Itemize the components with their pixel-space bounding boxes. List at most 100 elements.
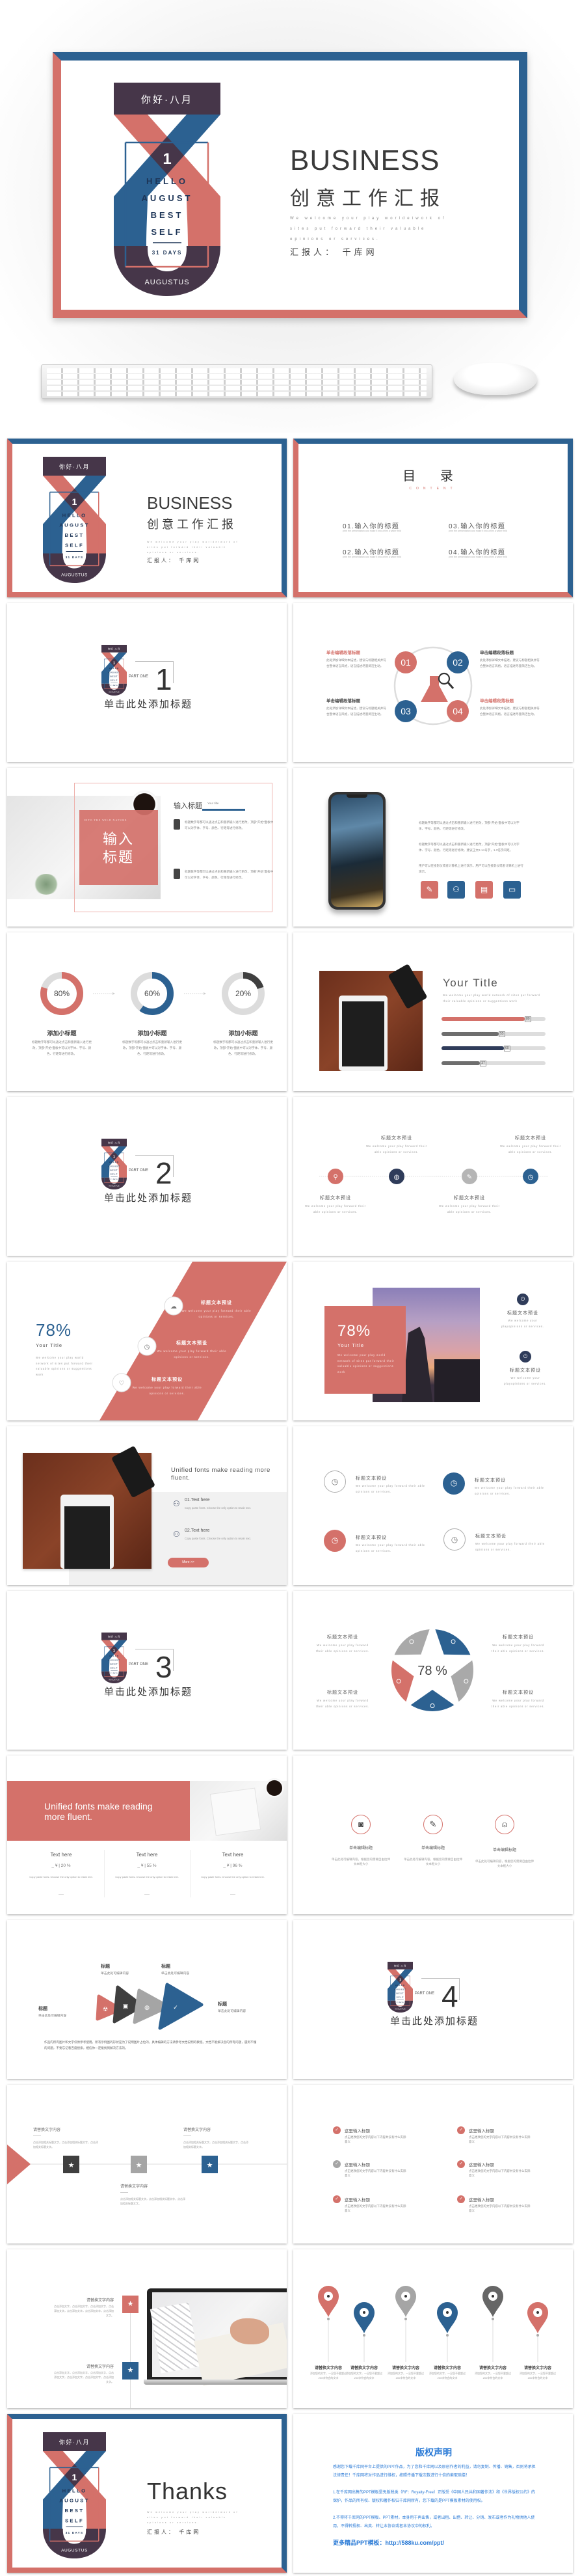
map-pin-icon [437,2302,458,2333]
thanks-title: Thanks [147,2478,228,2504]
slide-three-icons[interactable]: ◙ 单击编辑标题 单击此处可编辑内容，根据您的需要自由拉伸文本框大小 ✎ 单击编辑标题单… [293,1756,573,1914]
slide-banner-columns[interactable]: Unified fonts make reading more fluent. T… [7,1756,287,1914]
logo-word: AUGUST [394,1988,406,1990]
title-dash [33,2135,41,2136]
star-label-title: 标题文本预设 [327,1635,358,1640]
slide-copyright[interactable]: 版权声明 感谢您下载千库网平台上提供的PPT作品，为了您和千库网以及原创作者的利益… [293,2414,573,2573]
slide-tablet-features[interactable]: Unified fonts make reading more fluent. ⚇… [7,1426,287,1585]
logo-number: 1 [113,662,115,666]
slide-intro-photo[interactable]: INTO THE WILD NATURE 输入 标题 输入标题 Your title 标题… [7,768,287,927]
magnifier-handle [447,682,455,689]
copyright-link[interactable]: 更多精品PPT模板：http://588ku.com/ppt/ [333,2538,444,2547]
side-desc: We welcome your playopinions or services… [501,1319,544,1328]
slide-four-items[interactable]: ◷ 标题文本预设 We welcome your play forward thei… [293,1426,573,1585]
clock-icon: ◷ [324,1530,346,1552]
arrow-steps: ☢ ▣ ◍ ✓ [96,1983,204,2030]
pin-body: 添加您的文字，一旦您不要超过200字符会的文字 [429,2372,466,2379]
number-badge-label: 04 [453,706,463,716]
arrow-step-4 [158,1983,204,2030]
section-title: 单击此处添加标题 [104,1687,193,1698]
bullet-marker [174,819,180,830]
percent-value: 78% [36,1320,72,1340]
thanks-description-line: sites put forward their valuable [147,2516,227,2519]
title-dash [120,2192,128,2193]
slide-phone-mockup[interactable]: 标题数字等都可以通过点击和重新输入进行更改，顶部“开始”面板中可以对字体、字号、… [293,768,573,927]
percent-desc: We welcome your play world network of si… [36,1356,93,1376]
slide-laptop[interactable]: ★ 请替换文字内容 点击添加文字，点击添加文字，点击添加文字，点击添加文字，点击添加… [7,2249,287,2408]
slide-section-1[interactable]: 你好·八月 1 HELLO AUGUST BEST SELF 31 DAYS AUGUSTUS… [7,603,287,762]
donut-body: 标题数字等都可以通过点击和重新输入进行更改，顶部“开始”面板中可以对字体、字号、… [32,1040,92,1055]
star-segment-1 [435,1629,471,1655]
map-pin-icon [354,2302,375,2333]
slide-table-of-contents[interactable]: 目 录 CONTENT 01.输入你的标题 print the presentatio… [293,439,573,597]
pin-anchor [363,2334,365,2337]
intro-heading-en: Your title [207,802,219,805]
toc-item-3[interactable]: 03.输入你的标题 [449,521,505,530]
slide-arrow-steps[interactable]: ☢ ▣ ◍ ✓ 标题 单击此处可编辑内容 标题 单击此处可编辑内容 标题 单击此处可编辑内容 标题单… [7,1920,287,2079]
slide-section-3[interactable]: 你好·八月 1 HELLO AUGUST BEST SELF 31 DAYS AUGUSTUS… [7,1591,287,1750]
step-body: 单击此处可编辑内容 [161,1972,190,1975]
copyright-title: 版权声明 [415,2447,452,2458]
hero-description-line: sites put forward their valuable [290,227,427,231]
step-title: 标题 [218,2002,227,2007]
slide-star-chart[interactable]: 78 % 标题文本预设 We welcome your play forward t… [293,1591,573,1750]
logo-word: SELF [65,542,84,548]
icon-presentation-board: ▤ [475,881,493,899]
phone-paragraph: 标题数字等都可以通过点击和重新输入进行更改，顶部“开始”面板中可以对字体、字号、… [419,843,520,852]
toc-item-2[interactable]: 02.输入你的标题 [343,547,399,556]
checklist-body: 点击更改您的文字内容以下内容并没有什么实际意义 [469,2169,531,2177]
percent-title: Your Title [337,1342,364,1348]
icon-title: 单击编辑标题 [349,1847,373,1851]
slide-circle-four-points[interactable]: 01 02 03 04 单击编辑段落标题 此处添加详细文本描述，建议与标题相关并符合整体语… [293,603,573,762]
check-icon: ✓ [333,2126,341,2134]
logo-number: 1 [113,1649,115,1653]
logo-number: 1 [72,497,77,508]
more-button[interactable]: More >> [168,1558,209,1567]
slide-map-pins[interactable]: 请替换文字内容 添加您的文字，一旦您不要超过200字符会的文字 请替换文字内容 添加您… [293,2249,573,2408]
icon-title: 单击编辑标题 [421,1847,445,1851]
point-body: 此处添加详细文本描述，建议与标题相关并符合整体语言风格，语言描述尽量简洁生动。 [326,658,386,668]
number-badge-label: 03 [401,706,411,716]
slide-timeline-four[interactable]: ⚲ ◍ ✎ ◷ 标题文本预设 We welcome your play forward t… [293,1097,573,1256]
bullet-text: 标题数字等都可以通过点击和重新输入进行更改，顶部“开始”面板中可以对字体、字号、… [185,870,274,879]
copyright-paragraph: 2.不得将千库网的PPT模板、PPT素材，本身用于再出售，或者出租、出借、转让、… [333,2516,535,2529]
slide-section-2[interactable]: 你好·八月 1 HELLO AUGUST BEST SELF 31 DAYS AUGUSTUS… [7,1097,287,1256]
slide-cover[interactable]: 你好·八月 1 HELLO AUGUST BEST SELF 31 DAYS AUGUSTUS… [7,439,287,597]
slide-section-4[interactable]: 你好·八月 1 HELLO AUGUST BEST SELF 31 DAYS AUGUSTUS… [293,1920,573,2079]
magazine-photo [190,1778,287,1841]
slide-progress-bars[interactable]: Your Title We welcome your play world net… [293,932,573,1091]
checklist-title: 这里输入标题 [345,2198,370,2203]
slide-diagonal-band[interactable]: ☁ ◷ ♡ 标题文本预设 We welcome your play forward th… [7,1262,287,1420]
point-title: 单击编辑段落标题 [326,651,360,655]
slide-thanks[interactable]: 你好·八月 1 HELLO AUGUST BEST SELF 31 DAYS AUGUSTUS… [7,2414,287,2573]
slide-donut-progress[interactable]: 80% 60% 20% 添加小标题 标题数字等都可以通过点击和重新输入进行更改，顶部“开… [7,932,287,1091]
toc-item-1[interactable]: 01.输入你的标题 [343,521,399,530]
pin-title: 请替换文字内容 [433,2366,461,2370]
icon-devices: ▭ [503,881,521,899]
logo-word: AUGUST [108,671,120,673]
logo-number: 1 [72,2473,77,2483]
side-title: 标题文本预设 [507,1311,538,1316]
cover-reporter: 汇报人： 千库网 [147,558,201,563]
hero-description-line: We welcome your play worldetwork of [290,217,447,221]
checklist-title: 这里输入标题 [469,2163,494,2167]
pin-body: 添加您的文字，一旦您不要超过200字符会的文字 [520,2372,556,2379]
star-label-desc: We welcome your play forward their able … [491,1644,546,1653]
percent-box [324,1306,406,1394]
toc-item-4[interactable]: 04.输入你的标题 [449,547,505,556]
step-body: 单击此处可编辑内容 [101,1972,129,1975]
check-icon: ✓ [333,2195,341,2203]
intro-heading: 输入标题 [174,802,202,810]
feature-icon: ◷ [144,1344,150,1351]
cover-description-line: We welcome your play worldetwork of [147,541,239,543]
point-title: 单击编辑段落标题 [480,699,514,703]
step-icon: ☢ [103,2006,108,2013]
slide-photo-percent[interactable]: 78% Your Title We welcome your play world … [293,1262,573,1420]
bullet-marker [174,869,180,879]
slide-checklist[interactable]: ✓ 这里输入标题 点击更改您的文字内容以下内容并没有什么实际意义 ✓ 这里输入标题 点击更… [293,2085,573,2244]
cover-description-line: opinions or services. [147,551,200,554]
section-title: 单击此处添加标题 [390,2016,479,2027]
hero-description-line: opinions or services. [290,237,380,241]
slide-star-timeline[interactable]: ★ ★ ★ 请替换文字内容 点击添加相关标题文字，点击添加相关标题文字，点击添加相关标题… [7,2085,287,2244]
timeline-desc: We welcome your play forward their able … [366,1145,427,1154]
